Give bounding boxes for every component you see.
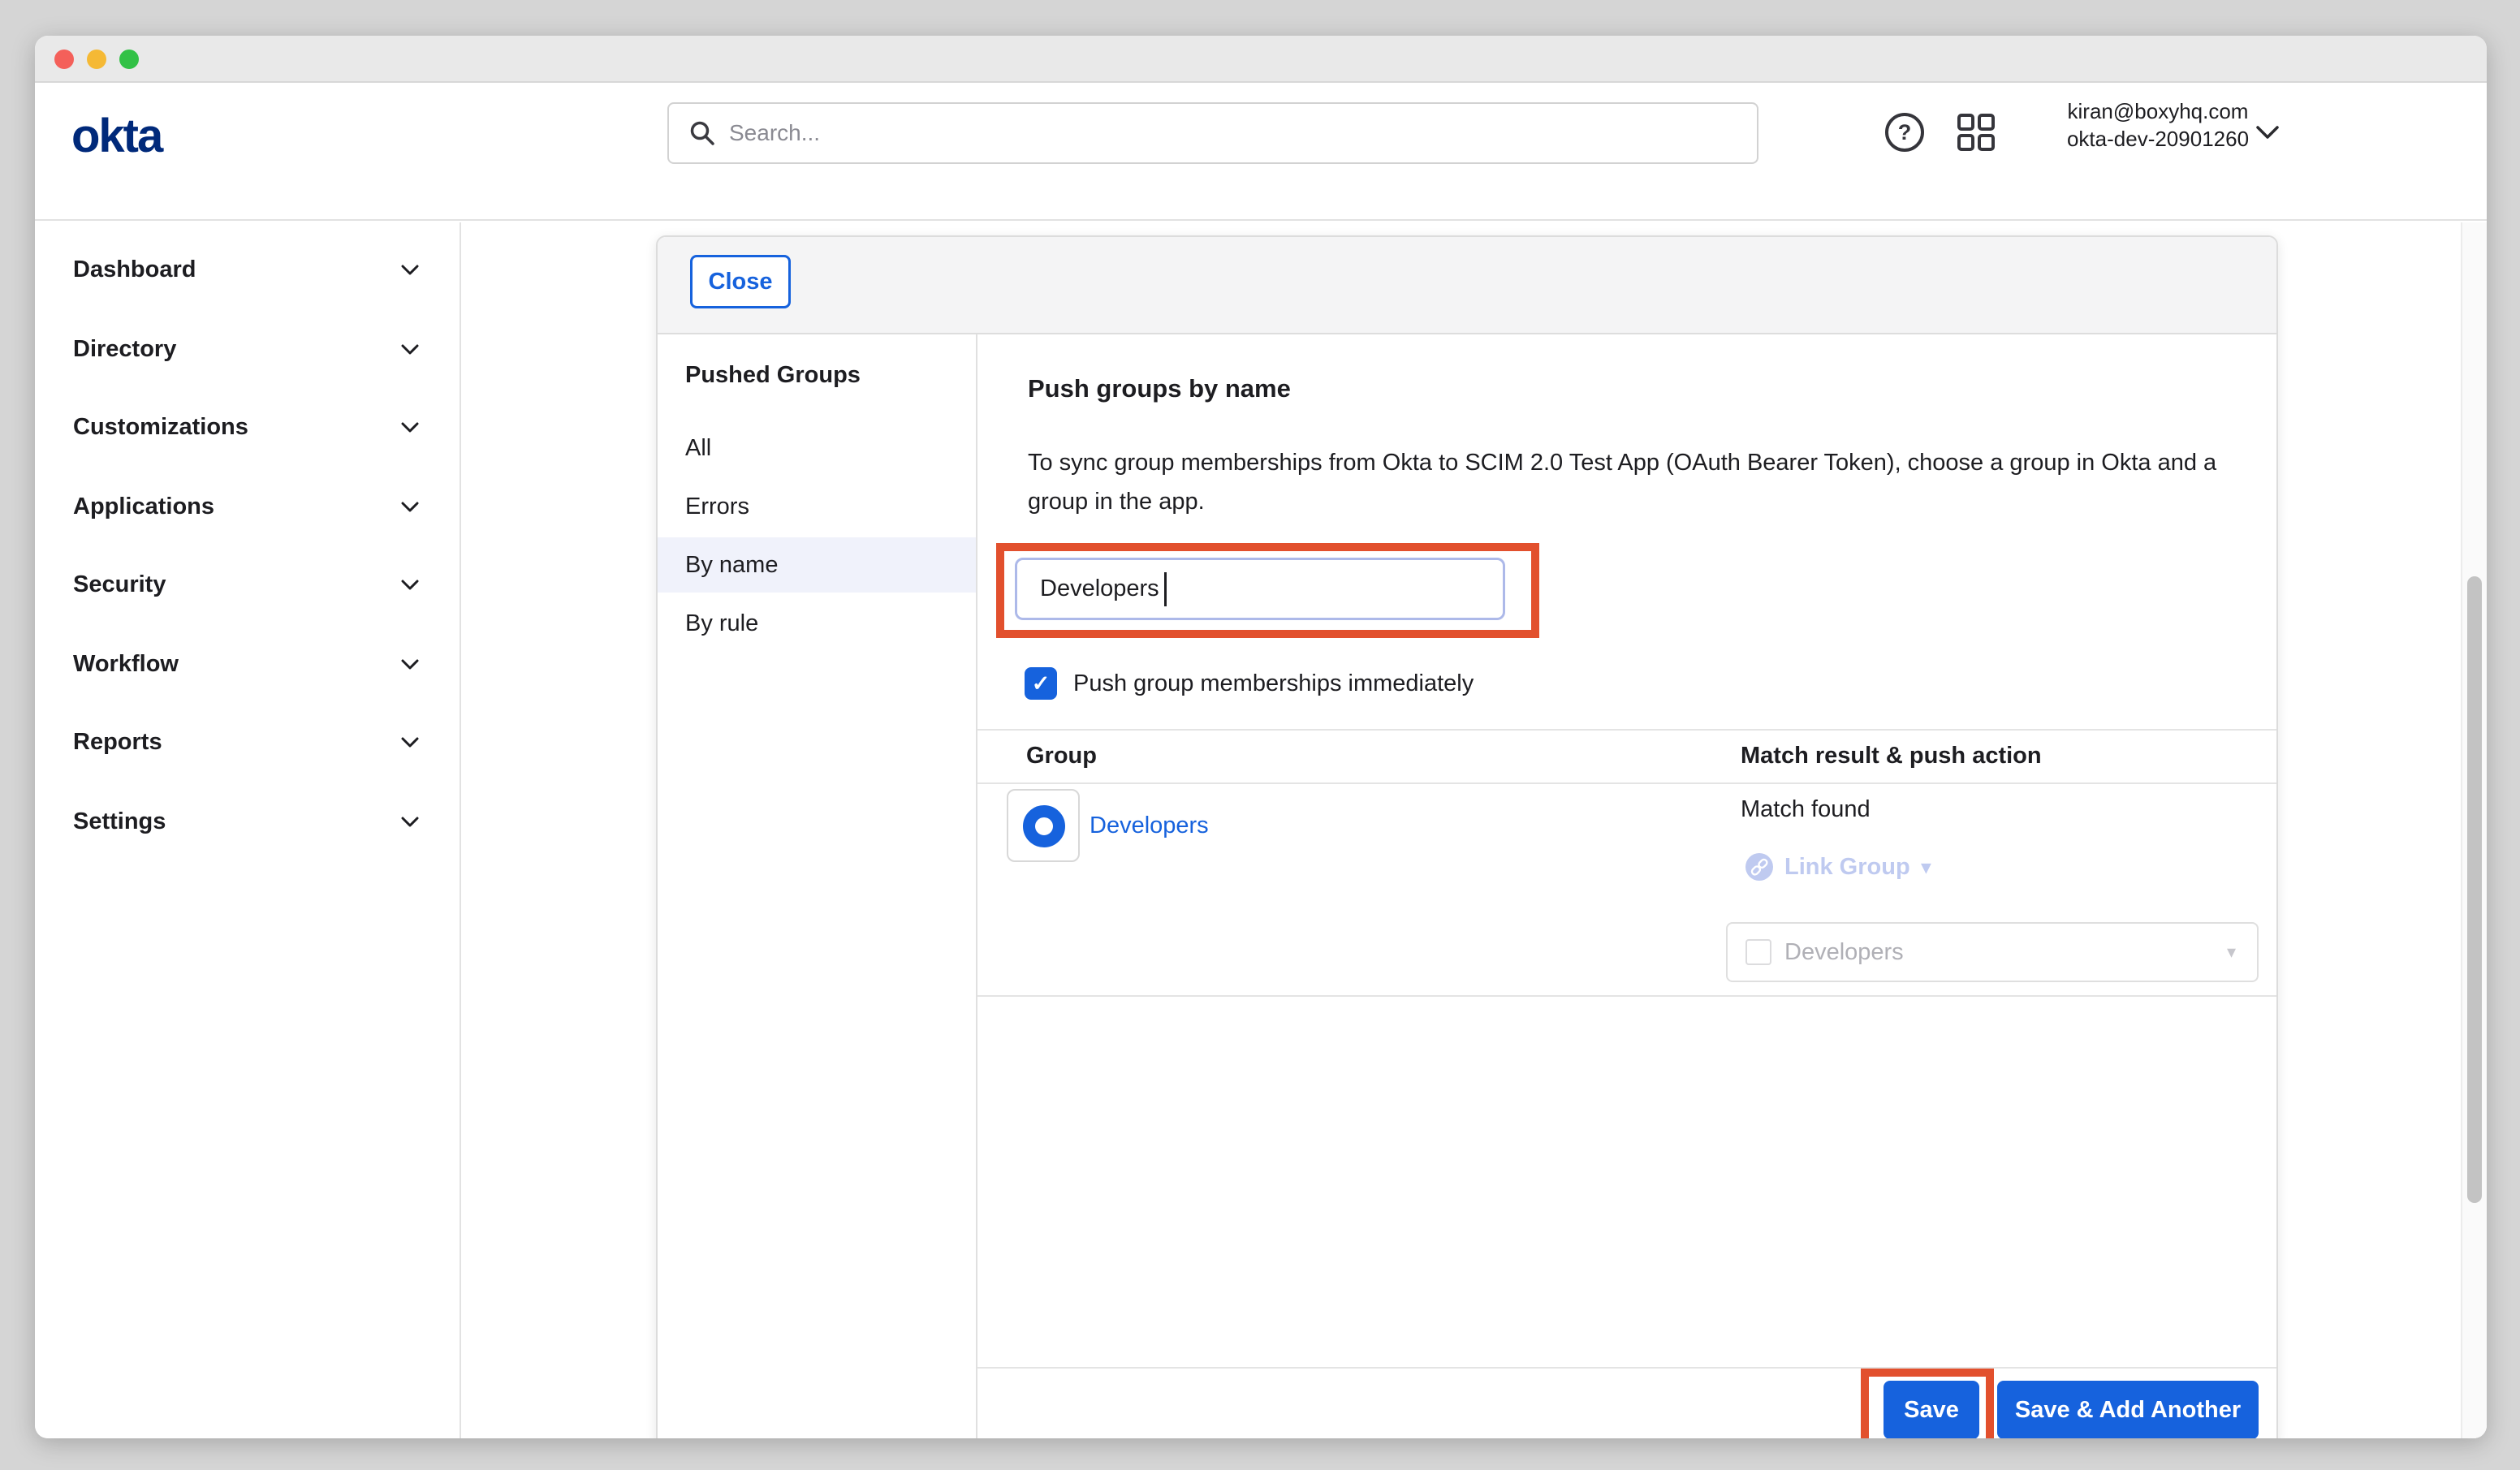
push-immediately-label: Push group memberships immediately: [1073, 670, 1474, 697]
close-button[interactable]: Close: [690, 255, 791, 308]
pushed-groups-title: Pushed Groups: [685, 362, 861, 389]
link-group-dropdown[interactable]: Link Group ▾: [1744, 851, 1931, 882]
account-email: kiran@boxyhq.com: [2028, 97, 2288, 125]
chevron-down-icon: [401, 265, 419, 275]
push-immediately-checkbox[interactable]: ✓: [1025, 667, 1057, 700]
dialog-body: Pushed Groups All Errors By name By rule…: [658, 334, 2276, 1438]
table-divider: [977, 782, 2276, 784]
account-menu[interactable]: kiran@boxyhq.com okta-dev-20901260: [2028, 97, 2288, 153]
sidebar-nav: Dashboard Directory Customizations Appli…: [35, 222, 461, 1438]
table-divider: [977, 729, 2276, 731]
nav-item-errors[interactable]: Errors: [658, 479, 976, 534]
chevron-down-icon: [401, 344, 419, 355]
column-header-match: Match result & push action: [1741, 743, 2042, 769]
link-group-label: Link Group: [1784, 854, 1910, 881]
pushed-groups-nav: Pushed Groups All Errors By name By rule: [658, 334, 977, 1438]
save-button[interactable]: Save: [1884, 1381, 1979, 1438]
nav-item-by-name[interactable]: By name: [658, 537, 976, 593]
column-header-group: Group: [1026, 743, 1097, 769]
match-result-text: Match found: [1741, 796, 1871, 823]
caret-down-icon: ▾: [1922, 856, 1931, 878]
target-group-value: Developers: [1784, 939, 1904, 966]
sidebar-item-reports[interactable]: Reports: [35, 714, 460, 769]
sidebar-item-workflow[interactable]: Workflow: [35, 636, 460, 692]
group-name-field-wrap: [1015, 558, 1505, 620]
group-name-link[interactable]: Developers: [1090, 813, 1209, 839]
screen: okta ? kiran@boxyhq.com okta-dev-20901: [0, 0, 2520, 1470]
app-header: okta ? kiran@boxyhq.com okta-dev-20901: [35, 83, 2487, 221]
zoom-window-icon[interactable]: [119, 50, 139, 69]
browser-window: okta ? kiran@boxyhq.com okta-dev-20901: [35, 36, 2487, 1438]
panel-heading: Push groups by name: [1028, 374, 1291, 403]
main-content: Close Pushed Groups All Errors By name B…: [463, 222, 2487, 1438]
chevron-down-icon: [401, 580, 419, 590]
panel-description: To sync group memberships from Okta to S…: [1028, 443, 2237, 521]
sidebar-item-dashboard[interactable]: Dashboard: [35, 242, 460, 297]
chevron-down-icon: [401, 659, 419, 670]
text-cursor: [1164, 572, 1167, 606]
minimize-window-icon[interactable]: [87, 50, 106, 69]
checkbox-check-icon: ✓: [1032, 671, 1051, 696]
caret-down-icon: ▾: [2227, 942, 2236, 963]
sidebar-item-customizations[interactable]: Customizations: [35, 399, 460, 455]
select-checkbox-icon: [1745, 939, 1771, 965]
scrollbar-track[interactable]: [2461, 222, 2487, 1438]
dialog-footer: Save Save & Add Another: [977, 1367, 2276, 1438]
account-org: okta-dev-20901260: [2028, 125, 2288, 153]
search-input[interactable]: [729, 120, 1737, 146]
help-icon[interactable]: ?: [1885, 113, 1924, 152]
sidebar-item-directory[interactable]: Directory: [35, 321, 460, 377]
sidebar-item-security[interactable]: Security: [35, 557, 460, 612]
sidebar-item-applications[interactable]: Applications: [35, 479, 460, 534]
nav-item-by-rule[interactable]: By rule: [658, 596, 976, 651]
account-chevron-down-icon[interactable]: [2255, 125, 2280, 140]
nav-item-all[interactable]: All: [658, 420, 976, 476]
link-icon: [1744, 851, 1775, 882]
close-window-icon[interactable]: [54, 50, 74, 69]
search-icon: [688, 119, 716, 147]
chevron-down-icon: [401, 502, 419, 512]
scrollbar-thumb[interactable]: [2467, 576, 2482, 1203]
global-search[interactable]: [667, 102, 1758, 164]
chevron-down-icon: [401, 422, 419, 433]
push-groups-dialog: Close Pushed Groups All Errors By name B…: [656, 235, 2278, 1438]
group-name-input[interactable]: [1015, 558, 1505, 620]
sidebar-item-settings[interactable]: Settings: [35, 794, 460, 849]
chevron-down-icon: [401, 817, 419, 827]
table-divider: [977, 995, 2276, 997]
group-icon-box: [1007, 789, 1080, 862]
dialog-header: Close: [658, 237, 2276, 334]
group-icon: [1023, 805, 1065, 847]
target-group-select[interactable]: Developers ▾: [1726, 922, 2259, 982]
chevron-down-icon: [401, 737, 419, 748]
mac-titlebar: [35, 36, 2487, 83]
okta-logo: okta: [71, 109, 162, 163]
apps-grid-icon[interactable]: [1957, 113, 1996, 152]
save-add-another-button[interactable]: Save & Add Another: [1997, 1381, 2259, 1438]
push-by-name-panel: Push groups by name To sync group member…: [977, 334, 2276, 1438]
